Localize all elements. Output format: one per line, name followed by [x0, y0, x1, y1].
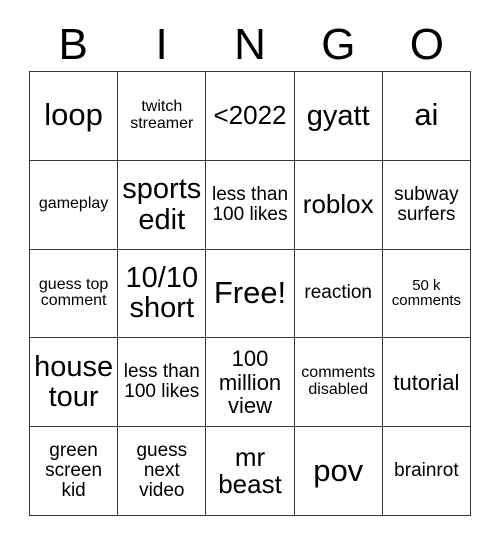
bingo-cell-b1[interactable]: loop	[30, 72, 119, 161]
bingo-header-letter-b-label: B	[58, 19, 88, 69]
bingo-cell-b5-label: green screen kid	[45, 439, 103, 502]
bingo-cell-g4[interactable]: comments disabled	[294, 338, 383, 428]
bingo-header-letter-g-label: G	[321, 19, 356, 69]
bingo-cell-o3[interactable]: 50 k comments	[382, 249, 471, 339]
bingo-card: B I N G O loop twitch streamer <2022 gya…	[0, 0, 500, 544]
bingo-cell-i2[interactable]: sports edit	[118, 160, 207, 250]
bingo-header-letter-b: B	[29, 18, 117, 71]
bingo-header-letter-i-label: I	[155, 19, 168, 69]
bingo-cell-n2-label: less than 100 likes	[211, 183, 289, 225]
bingo-header-letter-o-label: O	[409, 19, 444, 69]
bingo-cell-i5-label: guess next video	[136, 439, 188, 502]
bingo-header-letter-i: I	[117, 18, 205, 71]
bingo-cell-b4[interactable]: house tour	[30, 338, 119, 428]
bingo-cell-b3[interactable]: guess top comment	[30, 249, 119, 339]
bingo-cell-g5[interactable]: pov	[294, 427, 383, 516]
bingo-header-letter-n-label: N	[234, 19, 266, 69]
bingo-header-row: B I N G O	[29, 18, 471, 71]
bingo-cell-i4[interactable]: less than 100 likes	[118, 338, 207, 428]
bingo-cell-g4-label: comments disabled	[301, 364, 376, 399]
bingo-cell-b3-label: guess top comment	[38, 275, 109, 310]
bingo-grid: loop twitch streamer <2022 gyatt ai game…	[29, 71, 471, 516]
bingo-cell-n5-label: mr beast	[218, 441, 282, 500]
bingo-cell-n4[interactable]: 100 million view	[206, 338, 295, 428]
bingo-cell-o1[interactable]: ai	[382, 72, 471, 161]
bingo-cell-i1[interactable]: twitch streamer	[118, 72, 207, 161]
bingo-cell-g2[interactable]: roblox	[294, 160, 383, 250]
bingo-header-letter-n: N	[206, 18, 294, 71]
bingo-cell-b2-label: gameplay	[38, 195, 109, 213]
bingo-cell-n1[interactable]: <2022	[206, 72, 295, 161]
bingo-cell-b4-label: house tour	[34, 350, 114, 414]
bingo-cell-g3[interactable]: reaction	[294, 249, 383, 339]
bingo-cell-i1-label: twitch streamer	[130, 97, 194, 132]
bingo-cell-o3-label: 50 k comments	[391, 276, 461, 310]
bingo-cell-g1-label: gyatt	[306, 99, 370, 132]
bingo-cell-i3-label: 10/10 short	[125, 261, 199, 325]
bingo-cell-g1[interactable]: gyatt	[294, 72, 383, 161]
bingo-cell-i4-label: less than 100 likes	[123, 361, 200, 403]
bingo-cell-free-space-label: Free!	[213, 275, 287, 311]
bingo-cell-g5-label: pov	[313, 452, 364, 488]
bingo-header-letter-g: G	[294, 18, 382, 71]
bingo-cell-i3[interactable]: 10/10 short	[118, 249, 207, 339]
bingo-header-letter-o: O	[383, 18, 471, 71]
bingo-cell-n1-label: <2022	[213, 100, 287, 131]
bingo-cell-i2-label: sports edit	[122, 172, 202, 236]
bingo-cell-free-space[interactable]: Free!	[206, 249, 295, 339]
bingo-cell-b5[interactable]: green screen kid	[30, 427, 119, 516]
bingo-cell-b1-label: loop	[44, 97, 103, 133]
bingo-cell-i5[interactable]: guess next video	[118, 427, 207, 516]
bingo-cell-g3-label: reaction	[304, 282, 372, 304]
bingo-cell-o4[interactable]: tutorial	[382, 338, 471, 428]
bingo-cell-o5[interactable]: brainrot	[382, 427, 471, 516]
bingo-cell-n5[interactable]: mr beast	[206, 427, 295, 516]
bingo-cell-n2[interactable]: less than 100 likes	[206, 160, 295, 250]
bingo-cell-n4-label: 100 million view	[218, 346, 282, 418]
bingo-cell-b2[interactable]: gameplay	[30, 160, 119, 250]
bingo-cell-o1-label: ai	[414, 97, 439, 133]
bingo-cell-o5-label: brainrot	[394, 460, 459, 482]
bingo-cell-o2-label: subway surfers	[394, 183, 459, 225]
bingo-cell-g2-label: roblox	[302, 188, 374, 219]
bingo-cell-o2[interactable]: subway surfers	[382, 160, 471, 250]
bingo-cell-o4-label: tutorial	[393, 369, 460, 395]
